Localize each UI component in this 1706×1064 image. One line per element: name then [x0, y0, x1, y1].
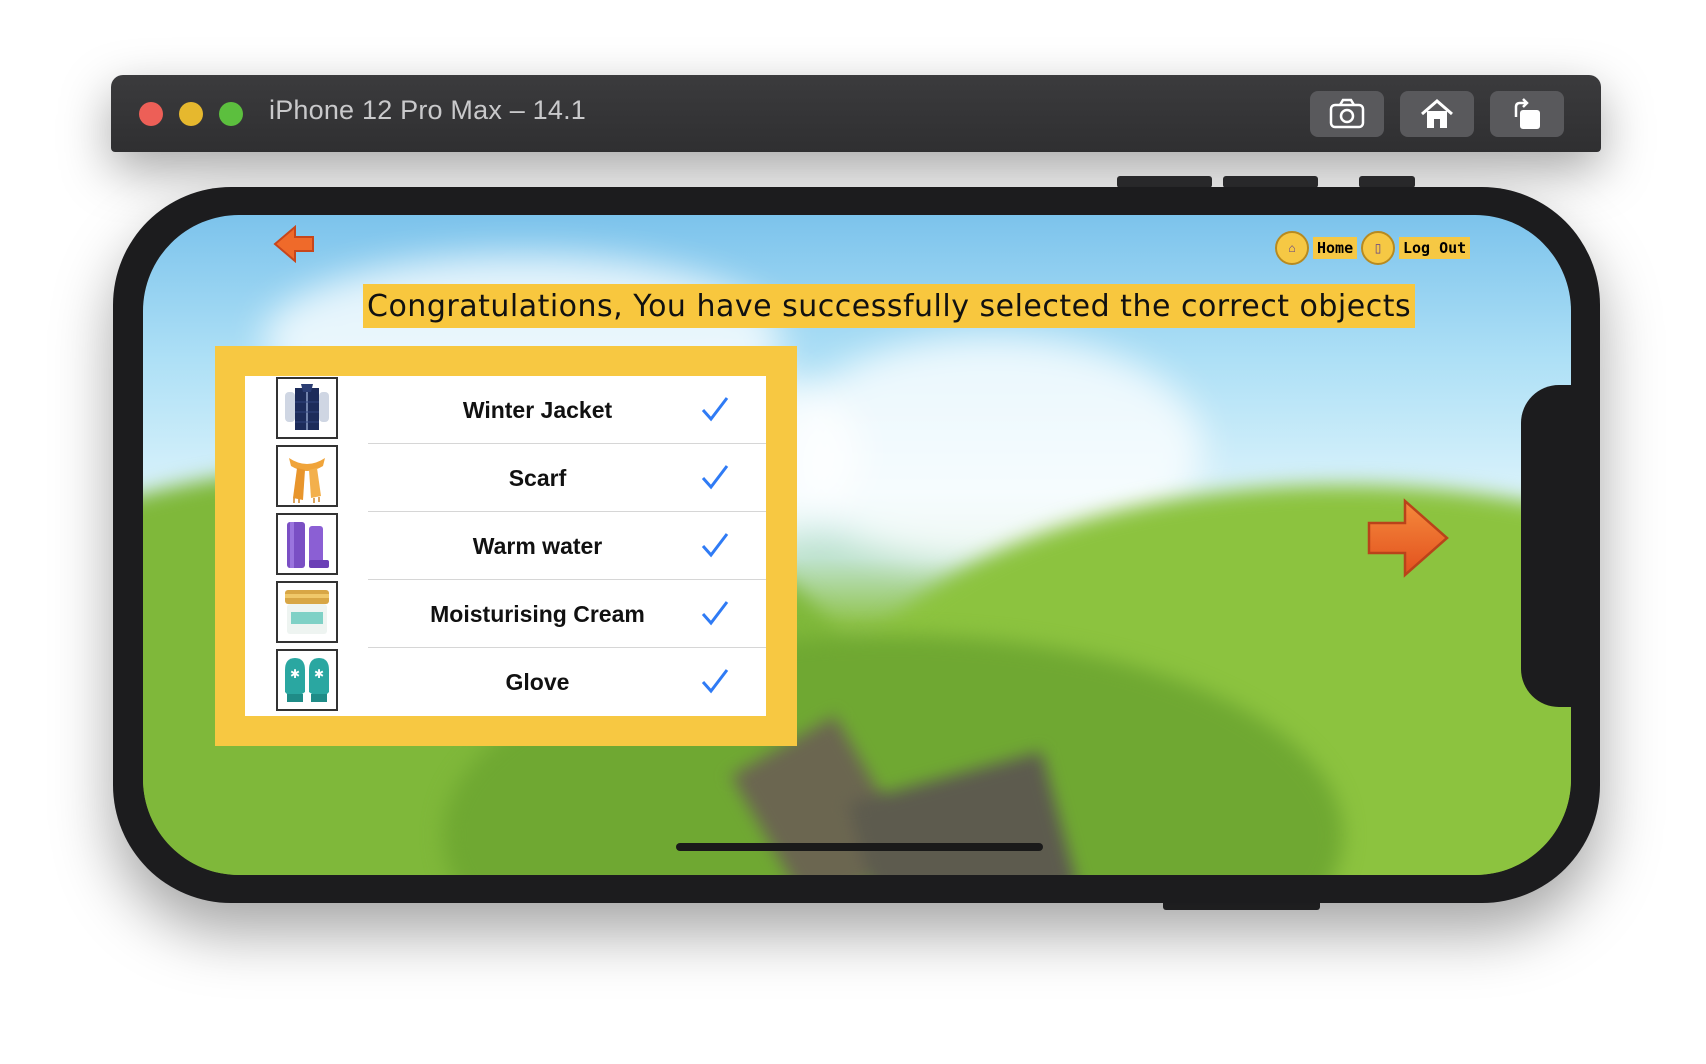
gloves-image: ✱ ✱ [276, 649, 338, 711]
checkmark-icon [701, 533, 729, 558]
simulator-home-button[interactable] [1400, 91, 1474, 137]
selected-objects-panel: Winter Jacket Scarf Warm water Moisturis… [215, 346, 797, 746]
item-label: Warm water [472, 532, 603, 559]
home-icon [1421, 99, 1453, 128]
selected-objects-list: Winter Jacket Scarf Warm water Moisturis… [245, 376, 766, 716]
svg-text:✱: ✱ [290, 667, 300, 681]
iphone-device-frame: ⌂ Home ▯ Log Out Congratulations, You ha… [113, 187, 1600, 903]
logout-label: Log Out [1399, 237, 1471, 259]
scarf-image [276, 445, 338, 507]
home-nav-button[interactable]: ⌂ Home [1275, 231, 1358, 265]
list-item: Moisturising Cream [245, 580, 766, 648]
window-title: iPhone 12 Pro Max – 14.1 [269, 95, 587, 125]
checkmark-icon [701, 465, 729, 490]
list-item: Warm water [245, 512, 766, 580]
item-label: Winter Jacket [462, 396, 613, 423]
water-bottle-image [276, 513, 338, 575]
screenshot-button[interactable] [1310, 91, 1384, 137]
next-arrow-icon[interactable] [1365, 495, 1451, 581]
congratulations-banner: Congratulations, You have successfully s… [363, 284, 1416, 328]
checkmark-icon [701, 669, 729, 694]
device-notch [1521, 385, 1571, 707]
minimize-window-button[interactable] [179, 102, 203, 126]
checkmark-icon [701, 601, 729, 626]
home-indicator[interactable] [676, 843, 1043, 851]
simulator-title-bar: iPhone 12 Pro Max – 14.1 [111, 75, 1601, 152]
back-arrow-icon[interactable] [273, 225, 317, 263]
list-item: Winter Jacket [245, 376, 766, 444]
list-item: Scarf [245, 444, 766, 512]
rotate-button[interactable] [1490, 91, 1564, 137]
item-label: Scarf [508, 464, 567, 491]
cream-jar-image [276, 581, 338, 643]
close-window-button[interactable] [139, 102, 163, 126]
svg-text:✱: ✱ [314, 667, 324, 681]
home-label: Home [1313, 237, 1358, 259]
item-label: Moisturising Cream [430, 600, 645, 627]
logout-door-icon: ▯ [1361, 231, 1395, 265]
list-item: ✱ ✱ Glove [245, 648, 766, 716]
logout-nav-button[interactable]: ▯ Log Out [1361, 231, 1471, 265]
item-label: Glove [505, 668, 570, 695]
zoom-window-button[interactable] [219, 102, 243, 126]
winter-jacket-image [276, 377, 338, 439]
camera-icon [1329, 98, 1365, 129]
home-badge-icon: ⌂ [1275, 231, 1309, 265]
app-screen: ⌂ Home ▯ Log Out Congratulations, You ha… [143, 215, 1571, 875]
checkmark-icon [701, 397, 729, 422]
rotate-icon [1514, 98, 1540, 129]
